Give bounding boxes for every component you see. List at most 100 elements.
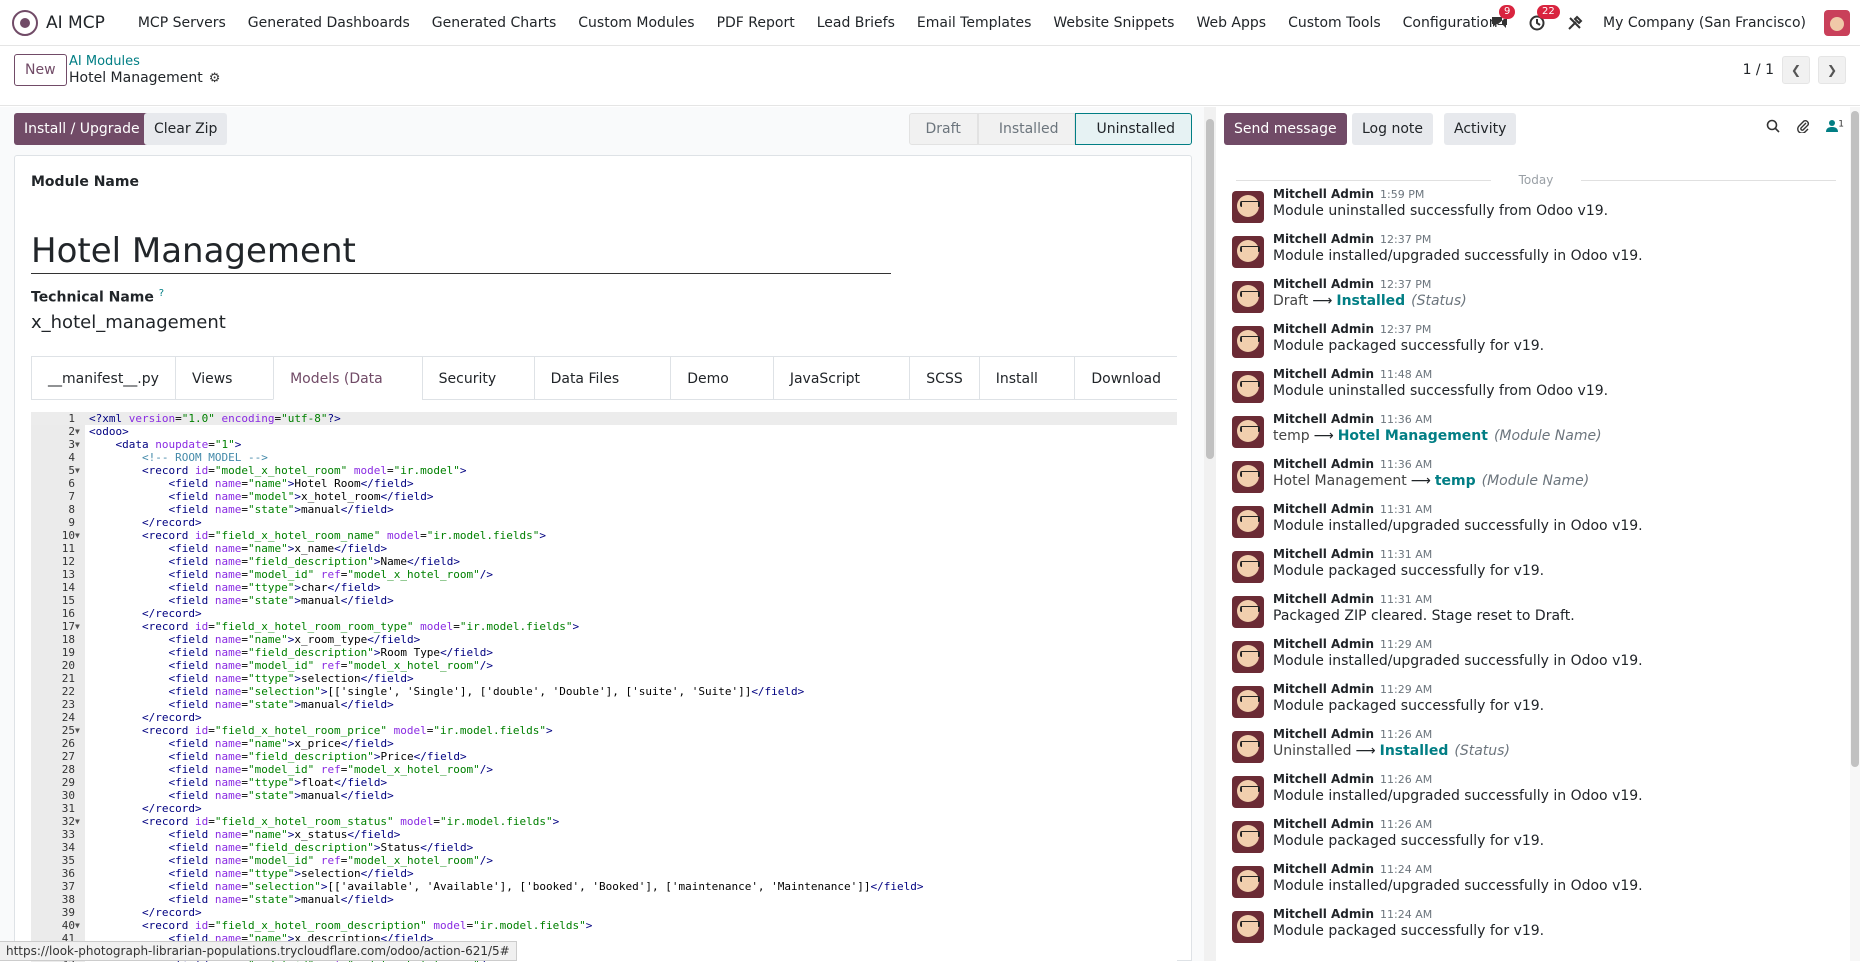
author-name[interactable]: Mitchell Admin	[1273, 817, 1374, 831]
activity-button[interactable]: Activity	[1444, 113, 1517, 145]
nav-menu-item[interactable]: Custom Tools	[1277, 15, 1392, 31]
author-avatar[interactable]	[1232, 911, 1264, 943]
message-author[interactable]: Mitchell Admin 11:26 AM	[1273, 727, 1432, 741]
tab-item[interactable]: Data Files (JSON)	[533, 356, 671, 431]
message-author[interactable]: Mitchell Admin 11:24 AM	[1273, 862, 1432, 876]
message-author[interactable]: Mitchell Admin 11:29 AM	[1273, 637, 1432, 651]
tab-item[interactable]: __manifest__.py	[31, 356, 175, 400]
attachment-icon[interactable]	[1796, 119, 1810, 137]
tab-item[interactable]: Models (Data XML)	[273, 356, 422, 431]
author-avatar[interactable]	[1232, 731, 1264, 763]
author-name[interactable]: Mitchell Admin	[1273, 592, 1374, 606]
stage-installed[interactable]: Installed	[977, 113, 1076, 145]
author-name[interactable]: Mitchell Admin	[1273, 862, 1374, 876]
search-icon[interactable]	[1766, 119, 1780, 137]
author-name[interactable]: Mitchell Admin	[1273, 367, 1374, 381]
author-name[interactable]: Mitchell Admin	[1273, 637, 1374, 651]
author-avatar[interactable]	[1232, 506, 1264, 538]
author-avatar[interactable]	[1232, 416, 1264, 448]
chatter-scrollbar-thumb[interactable]	[1851, 111, 1859, 767]
message-author[interactable]: Mitchell Admin 12:37 PM	[1273, 322, 1431, 336]
tab-item[interactable]: Install Log	[978, 356, 1075, 431]
help-icon[interactable]: ?	[159, 288, 164, 299]
author-avatar[interactable]	[1232, 596, 1264, 628]
install-upgrade-button[interactable]: Install / Upgrade	[14, 113, 150, 145]
author-name[interactable]: Mitchell Admin	[1273, 772, 1374, 786]
author-name[interactable]: Mitchell Admin	[1273, 187, 1374, 201]
technical-name-value[interactable]: x_hotel_management	[31, 312, 226, 333]
breadcrumb-ai-modules[interactable]: AI Modules	[69, 54, 140, 69]
tab-item[interactable]: Views XML	[174, 356, 274, 431]
author-avatar[interactable]	[1232, 686, 1264, 718]
nav-menu-item[interactable]: Generated Charts	[421, 15, 568, 31]
author-name[interactable]: Mitchell Admin	[1273, 322, 1374, 336]
tab-item[interactable]: Security CSV	[421, 356, 534, 431]
tab-item[interactable]: JavaScript (OWL)	[772, 356, 910, 431]
message-author[interactable]: Mitchell Admin 1:59 PM	[1273, 187, 1424, 201]
author-avatar[interactable]	[1232, 551, 1264, 583]
nav-menu-item[interactable]: PDF Report	[706, 15, 806, 31]
message-author[interactable]: Mitchell Admin 11:26 AM	[1273, 772, 1432, 786]
author-avatar[interactable]	[1232, 236, 1264, 268]
message-author[interactable]: Mitchell Admin 11:36 AM	[1273, 457, 1432, 471]
stage-uninstalled[interactable]: Uninstalled	[1075, 113, 1192, 145]
activities-icon[interactable]: 22	[1527, 5, 1560, 33]
fold-icon[interactable]: ▼	[75, 815, 85, 828]
fold-icon[interactable]: ▼	[75, 438, 85, 451]
message-author[interactable]: Mitchell Admin 11:29 AM	[1273, 682, 1432, 696]
message-author[interactable]: Mitchell Admin 11:48 AM	[1273, 367, 1432, 381]
message-author[interactable]: Mitchell Admin 11:36 AM	[1273, 412, 1432, 426]
message-author[interactable]: Mitchell Admin 11:31 AM	[1273, 502, 1432, 516]
tab-item[interactable]: SCSS	[909, 356, 979, 400]
author-avatar[interactable]	[1232, 281, 1264, 313]
gear-icon[interactable]: ⚙	[209, 71, 221, 86]
app-brand[interactable]: AI MCP	[46, 13, 105, 33]
author-name[interactable]: Mitchell Admin	[1273, 277, 1374, 291]
author-avatar[interactable]	[1232, 461, 1264, 493]
author-name[interactable]: Mitchell Admin	[1273, 547, 1374, 561]
module-name-input[interactable]: Hotel Management	[31, 232, 891, 274]
message-author[interactable]: Mitchell Admin 12:37 PM	[1273, 277, 1431, 291]
nav-menu-item[interactable]: Generated Dashboards	[237, 15, 421, 31]
author-name[interactable]: Mitchell Admin	[1273, 682, 1374, 696]
author-avatar[interactable]	[1232, 641, 1264, 673]
chatter-scrollbar[interactable]	[1850, 107, 1860, 961]
new-button[interactable]: New	[14, 54, 67, 86]
form-scrollbar-thumb[interactable]	[1206, 119, 1214, 459]
message-author[interactable]: Mitchell Admin 11:26 AM	[1273, 817, 1432, 831]
message-author[interactable]: Mitchell Admin 11:24 AM	[1273, 907, 1432, 921]
nav-menu-item[interactable]: MCP Servers	[127, 15, 237, 31]
author-avatar[interactable]	[1232, 371, 1264, 403]
stage-draft[interactable]: Draft	[908, 113, 978, 145]
fold-icon[interactable]: ▼	[75, 529, 85, 542]
user-avatar[interactable]	[1824, 10, 1850, 36]
pager-next-icon[interactable]: ❯	[1818, 56, 1846, 84]
message-author[interactable]: Mitchell Admin 11:31 AM	[1273, 547, 1432, 561]
company-switcher[interactable]: My Company (San Francisco)	[1603, 15, 1806, 31]
debug-tools-icon[interactable]	[1565, 13, 1585, 33]
fold-icon[interactable]: ▼	[75, 620, 85, 633]
fold-icon[interactable]: ▼	[75, 724, 85, 737]
code-editor[interactable]: 1 <?xml version="1.0" encoding="utf-8"?> 2…	[31, 412, 1177, 962]
author-avatar[interactable]	[1232, 191, 1264, 223]
messages-icon[interactable]: 9	[1489, 5, 1516, 33]
nav-menu-item[interactable]: Website Snippets	[1042, 15, 1185, 31]
tab-item[interactable]: Demo Data	[670, 356, 773, 431]
fold-icon[interactable]: ▼	[75, 425, 85, 438]
message-author[interactable]: Mitchell Admin 11:31 AM	[1273, 592, 1432, 606]
author-name[interactable]: Mitchell Admin	[1273, 907, 1374, 921]
author-name[interactable]: Mitchell Admin	[1273, 412, 1374, 426]
nav-menu-item[interactable]: Email Templates	[906, 15, 1042, 31]
message-author[interactable]: Mitchell Admin 12:37 PM	[1273, 232, 1431, 246]
fold-icon[interactable]: ▼	[75, 464, 85, 477]
author-name[interactable]: Mitchell Admin	[1273, 457, 1374, 471]
author-avatar[interactable]	[1232, 866, 1264, 898]
author-avatar[interactable]	[1232, 326, 1264, 358]
clear-zip-button[interactable]: Clear Zip	[144, 113, 228, 145]
nav-menu-item[interactable]: Lead Briefs	[806, 15, 906, 31]
pager-previous-icon[interactable]: ❮	[1782, 56, 1810, 84]
log-note-button[interactable]: Log note	[1352, 113, 1433, 145]
author-name[interactable]: Mitchell Admin	[1273, 232, 1374, 246]
send-message-button[interactable]: Send message	[1224, 113, 1347, 145]
tab-item[interactable]: Download	[1074, 356, 1177, 400]
